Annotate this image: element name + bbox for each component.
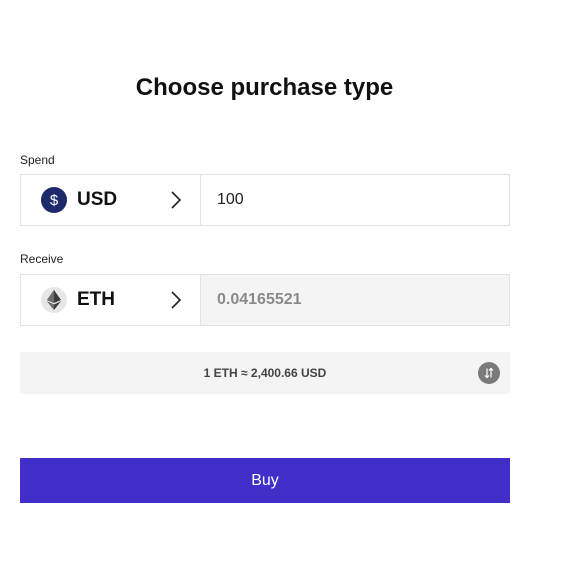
exchange-rate-text: 1 ETH ≈ 2,400.66 USD: [203, 366, 327, 380]
receive-currency-code: ETH: [77, 289, 115, 310]
spend-row: $ USD: [20, 174, 510, 226]
spend-amount-field[interactable]: [201, 175, 509, 225]
swap-arrows-icon[interactable]: [478, 362, 500, 384]
dollar-icon: $: [41, 187, 67, 213]
spend-amount-input[interactable]: [217, 175, 509, 225]
spend-currency-code: USD: [77, 189, 118, 210]
exchange-rate-box: 1 ETH ≈ 2,400.66 USD: [20, 352, 510, 394]
chevron-right-icon: [170, 190, 182, 210]
chevron-right-icon: [170, 290, 182, 310]
receive-row: ETH 0.04165521: [20, 274, 510, 326]
ethereum-icon: [41, 287, 67, 313]
page-title: Choose purchase type: [135, 74, 394, 101]
receive-label: Receive: [20, 252, 64, 266]
receive-currency-select[interactable]: ETH: [21, 275, 201, 325]
receive-amount-value: 0.04165521: [201, 275, 509, 325]
buy-button[interactable]: Buy: [20, 458, 510, 503]
spend-currency-select[interactable]: $ USD: [21, 175, 201, 225]
spend-label: Spend: [20, 153, 55, 167]
purchase-page: Choose purchase type Spend $ USD Receive: [0, 0, 562, 583]
